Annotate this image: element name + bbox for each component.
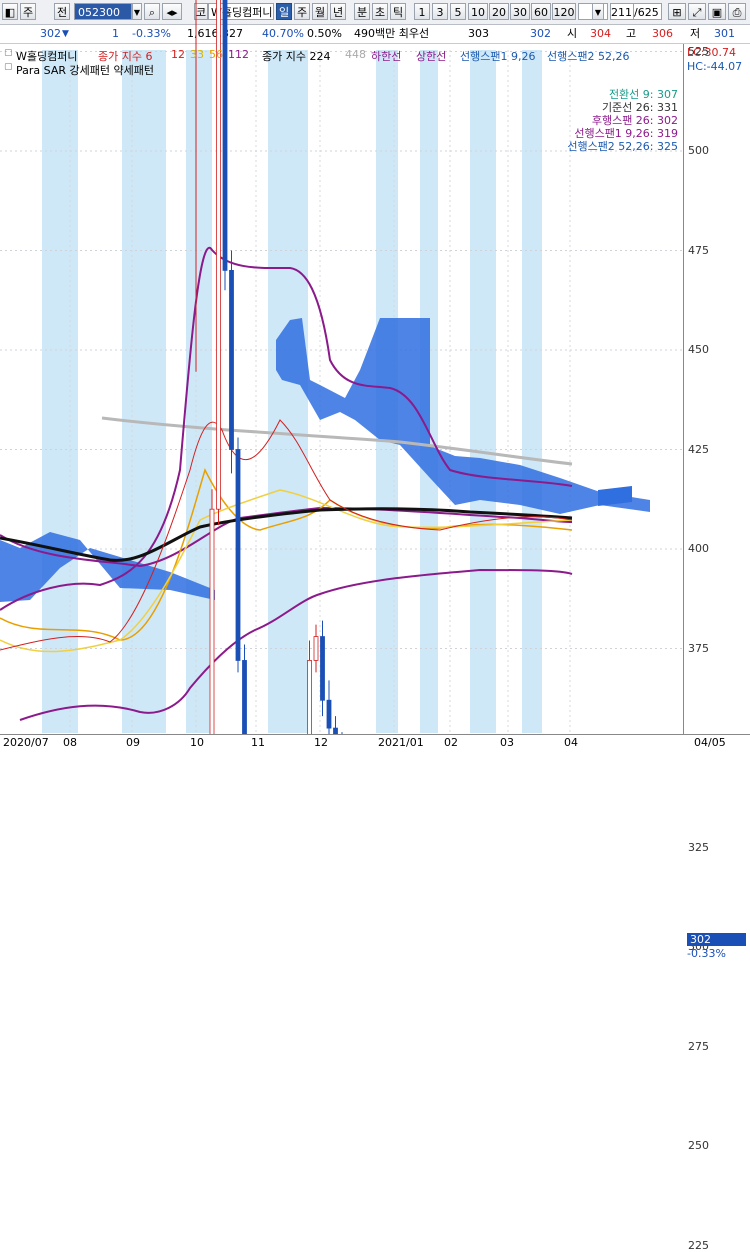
- y-tick-label: 225: [688, 1238, 709, 1252]
- legend-ma12: 12: [171, 48, 185, 61]
- highlight-band: [522, 50, 542, 733]
- candle-body: [326, 699, 332, 729]
- highlight-band: [268, 50, 308, 733]
- x-tick-label: 11: [251, 736, 265, 749]
- candle-body: [235, 449, 241, 661]
- legend-ma33: 33: [190, 48, 204, 61]
- candle-body: [313, 636, 319, 661]
- legend-ma56: 56: [209, 48, 223, 61]
- legend-span2: 선행스팬2 52,26: [547, 50, 630, 63]
- candle-body: [320, 636, 325, 701]
- y-tick-label: 275: [688, 1039, 709, 1053]
- x-tick-label: 04/05: [694, 736, 726, 749]
- candle-body: [222, 0, 228, 271]
- current-rate-label: -0.33%: [687, 947, 726, 961]
- ichimoku-value: 전환선 9: 307: [608, 88, 678, 101]
- ichimoku-value: 선행스팬1 9,26: 319: [574, 127, 678, 140]
- y-tick-label: 525: [688, 44, 709, 58]
- x-tick-label: 2020/07: [3, 736, 49, 749]
- y-axis[interactable]: LC:30.74 HC:-44.07 525 500 475 450 425 400 375…: [683, 44, 750, 1252]
- ichimoku-cloud: [0, 318, 650, 602]
- ichimoku-value: 후행스팬 26: 302: [591, 114, 678, 127]
- ichimoku-value: 기준선 26: 331: [601, 101, 678, 114]
- candle-body: [209, 508, 215, 750]
- y-tick-label: 500: [688, 144, 709, 157]
- x-tick-label: 10: [190, 736, 204, 749]
- x-tick-label: 02: [444, 736, 458, 749]
- current-price-box: 302: [687, 933, 746, 947]
- x-tick-label: 2021/01: [378, 736, 424, 749]
- ma448-line: [101, 416, 573, 466]
- x-tick-label: 09: [126, 736, 140, 749]
- y-tick-label: 450: [688, 343, 709, 356]
- highlight-band: [186, 50, 212, 733]
- ichimoku-values: 전환선 9: 307 기준선 26: 331 후행스팬 26: 302 선행스팬…: [567, 88, 678, 153]
- chart-legend: ▢ W홀딩컴퍼니 종가 지수 6 12 33 56 112 종가 지수 224 …: [0, 46, 680, 78]
- legend-lower: 하한선: [371, 50, 402, 63]
- y-tick-label: 400: [688, 542, 709, 555]
- x-tick-label: 03: [500, 736, 514, 749]
- y-tick-label: 325: [688, 840, 709, 854]
- highlight-band: [470, 50, 496, 733]
- candle-body: [229, 269, 234, 450]
- cloud-area: [276, 318, 650, 514]
- legend-ma448: 448: [345, 48, 366, 61]
- legend-ma112: 112: [228, 48, 249, 61]
- x-tick-label: 12: [314, 736, 328, 749]
- legend-toggle-icon[interactable]: ▢: [4, 62, 13, 72]
- y-tick-label: 475: [688, 243, 709, 257]
- y-tick-label: 250: [688, 1139, 709, 1152]
- ichimoku-value: 선행스팬2 52,26: 325: [567, 140, 678, 153]
- x-axis[interactable]: 2020/07 08 09 10 11 12 2021/01 02 03 04 …: [0, 734, 750, 751]
- legend-ma224: 종가 지수 224: [262, 50, 331, 63]
- highlight-band: [122, 50, 166, 733]
- x-tick-label: 08: [63, 736, 77, 749]
- legend-upper: 상한선: [416, 50, 447, 63]
- x-tick-label: 04: [564, 736, 578, 749]
- legend-sar: Para SAR 강세패턴 약세패턴: [16, 64, 154, 77]
- y-tick-label: 425: [688, 442, 709, 456]
- y-tick-label: 375: [688, 641, 709, 655]
- hc-label: HC:-44.07: [687, 60, 743, 73]
- legend-toggle-icon[interactable]: ▢: [4, 48, 13, 58]
- legend-span1: 선행스팬1 9,26: [460, 50, 536, 63]
- highlight-bands: [42, 50, 542, 733]
